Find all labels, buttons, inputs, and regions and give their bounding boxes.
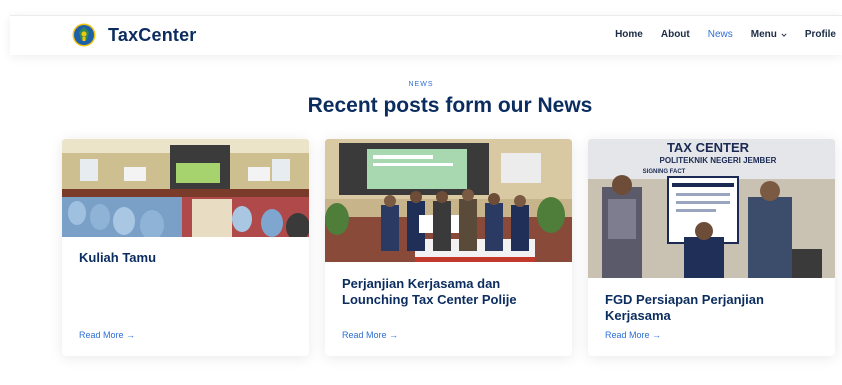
page: TaxCenter Home About News Menu Profile N… (0, 0, 842, 385)
post-image-signing-ceremony (325, 139, 572, 262)
post-title[interactable]: FGD Persiapan Perjanjian Kerjasama (605, 292, 821, 324)
post-card[interactable]: Perjanjian Kerjasama dan Lounching Tax C… (325, 139, 572, 356)
nav-menu-dropdown[interactable]: Menu (751, 29, 787, 40)
nav-about[interactable]: About (661, 29, 690, 40)
post-title[interactable]: Perjanjian Kerjasama dan Lounching Tax C… (342, 276, 558, 308)
brand-logo[interactable]: TaxCenter (72, 23, 197, 47)
read-more-link[interactable]: Read More → (605, 330, 661, 340)
post-card[interactable]: TAX CENTER POLITEKNIK NEGERI JEMBER SIGN… (588, 139, 835, 356)
post-image-fgd-photo: TAX CENTER POLITEKNIK NEGERI JEMBER SIGN… (588, 139, 835, 278)
nav-menu-label: Menu (750, 29, 777, 40)
polije-emblem-icon (72, 23, 96, 47)
banner-subtitle: POLITEKNIK NEGERI JEMBER (660, 156, 777, 165)
read-more-link[interactable]: Read More → (79, 330, 135, 340)
chevron-down-icon (781, 32, 787, 37)
post-image-seminar-hall (62, 139, 309, 237)
site-header: TaxCenter Home About News Menu Profile (10, 15, 842, 55)
nav-profile[interactable]: Profile (805, 29, 836, 40)
brand-name: TaxCenter (108, 24, 197, 45)
section-tag: NEWS (408, 81, 434, 88)
banner-caption: SIGNING FACT (643, 169, 686, 175)
post-card[interactable]: Kuliah Tamu Read More → (62, 139, 309, 356)
read-more-link[interactable]: Read More → (342, 330, 398, 340)
nav-news[interactable]: News (708, 29, 733, 40)
nav-home[interactable]: Home (615, 29, 643, 40)
post-title[interactable]: Kuliah Tamu (79, 250, 295, 266)
main-nav: Home About News Menu Profile (597, 29, 836, 40)
banner-title: TAX CENTER (667, 140, 750, 155)
section-title: Recent posts form our News (307, 94, 593, 117)
